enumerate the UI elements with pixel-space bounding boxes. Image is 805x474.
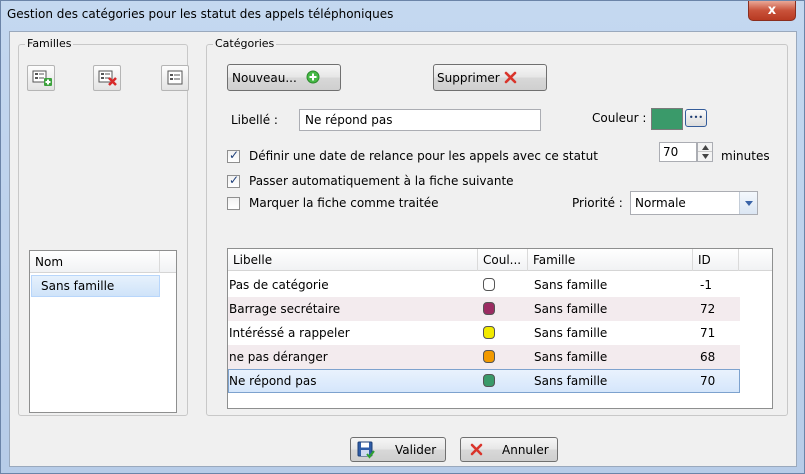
row-color-swatch — [483, 374, 495, 387]
row-color-swatch — [483, 326, 495, 339]
row-famille: Sans famille — [534, 278, 608, 292]
row-color-swatch — [483, 302, 495, 315]
cancel-label: Annuler — [502, 443, 549, 457]
cancel-icon — [470, 443, 483, 456]
categories-group: Catégories Nouveau... Supprimer Libellé … — [206, 37, 788, 416]
check-icon: ✓ — [229, 173, 240, 187]
libelle-input[interactable] — [299, 109, 541, 131]
categories-group-label: Catégories — [213, 37, 277, 50]
row-libelle: ne pas déranger — [229, 350, 328, 364]
delete-family-icon — [98, 70, 117, 86]
family-list-item[interactable]: Sans famille — [31, 275, 160, 297]
row-color-swatch — [483, 350, 495, 363]
id-column-header[interactable]: ID — [693, 249, 739, 271]
priorite-value: Normale — [635, 196, 686, 210]
row-id: -1 — [700, 278, 712, 292]
new-category-label: Nouveau... — [232, 71, 297, 85]
add-family-button[interactable] — [27, 65, 55, 91]
family-list-item-label: Sans famille — [41, 279, 115, 293]
title-bar[interactable]: Gestion des catégories pour les statut d… — [1, 1, 804, 31]
couleur-label: Couleur : — [592, 111, 647, 125]
famille-column-header[interactable]: Famille — [528, 249, 693, 271]
spin-down-icon — [702, 154, 709, 159]
row-famille: Sans famille — [534, 302, 608, 316]
familles-group-label: Familles — [25, 37, 74, 50]
color-picker-button[interactable]: ••• — [685, 109, 707, 127]
traitee-checkbox[interactable]: ✓ — [227, 197, 240, 210]
table-row[interactable]: ne pas déranger Sans famille 68 — [228, 345, 740, 369]
minutes-label: minutes — [721, 149, 770, 163]
close-icon: x — [767, 3, 777, 18]
familles-list[interactable]: Nom Sans famille — [29, 250, 177, 413]
row-famille: Sans famille — [534, 326, 608, 340]
dialog-window: Gestion des catégories pour les statut d… — [0, 0, 805, 474]
spin-down-button[interactable] — [698, 152, 712, 161]
table-row[interactable]: Intéréssé a rappeler Sans famille 71 — [228, 321, 740, 345]
delete-category-button[interactable]: Supprimer — [433, 64, 547, 91]
row-libelle: Ne répond pas — [229, 374, 317, 388]
spin-up-icon — [702, 145, 709, 150]
edit-family-button[interactable] — [161, 65, 189, 91]
familles-group: Familles Nom Sans famille — [18, 37, 189, 416]
nom-column-header[interactable]: Nom — [30, 251, 160, 273]
priorite-select[interactable]: Normale — [630, 191, 758, 215]
priorite-dropdown-button[interactable] — [739, 192, 757, 214]
relance-checkbox[interactable]: ✓ — [227, 148, 240, 163]
new-category-button[interactable]: Nouveau... — [227, 64, 341, 91]
save-icon — [357, 441, 375, 459]
minutes-input[interactable] — [659, 142, 697, 162]
family-properties-icon — [167, 70, 183, 85]
color-swatch[interactable] — [651, 108, 683, 130]
priorite-label: Priorité : — [572, 196, 623, 210]
color-picker-dots: ••• — [688, 113, 704, 122]
libelle-label: Libellé : — [231, 113, 278, 127]
delete-icon — [504, 71, 517, 84]
categories-table[interactable]: Libelle Coul... Famille ID Pas de catégo… — [227, 248, 773, 409]
relance-label: Définir une date de relance pour les app… — [249, 149, 598, 163]
row-id: 68 — [700, 350, 716, 364]
delete-category-label: Supprimer — [437, 71, 500, 85]
suivante-checkbox[interactable]: ✓ — [227, 173, 240, 188]
traitee-label: Marquer la fiche comme traitée — [249, 196, 439, 210]
cancel-button[interactable]: Annuler — [460, 437, 558, 462]
table-row[interactable]: Barrage secrétaire Sans famille 72 — [228, 297, 740, 321]
table-row-selected[interactable]: Ne répond pas Sans famille 70 — [228, 369, 740, 393]
row-famille: Sans famille — [534, 374, 608, 388]
row-id: 70 — [700, 374, 716, 388]
row-libelle: Barrage secrétaire — [229, 302, 341, 316]
libelle-column-header[interactable]: Libelle — [228, 249, 478, 271]
spin-up-button[interactable] — [698, 143, 712, 152]
chevron-down-icon — [745, 201, 753, 206]
dialog-client-area: Familles Nom Sans famille Catégories Nou… — [9, 31, 797, 467]
suivante-label: Passer automatiquement à la fiche suivan… — [249, 174, 514, 188]
minutes-spinner[interactable] — [697, 142, 713, 162]
couleur-column-header[interactable]: Coul... — [478, 249, 528, 271]
row-libelle: Intéréssé a rappeler — [229, 326, 350, 340]
check-icon: ✓ — [229, 148, 240, 162]
row-libelle: Pas de catégorie — [229, 278, 329, 292]
row-color-swatch — [483, 278, 495, 291]
close-button[interactable]: x — [748, 1, 796, 21]
add-family-icon — [32, 70, 52, 86]
row-id: 72 — [700, 302, 716, 316]
validate-button[interactable]: Valider — [350, 437, 446, 462]
row-famille: Sans famille — [534, 350, 608, 364]
add-icon — [306, 70, 320, 84]
familles-list-header: Nom — [30, 251, 176, 273]
row-id: 71 — [700, 326, 716, 340]
table-row[interactable]: Pas de catégorie Sans famille -1 — [228, 273, 740, 297]
validate-label: Valider — [395, 443, 437, 457]
window-title: Gestion des catégories pour les statut d… — [7, 7, 394, 21]
categories-table-header: Libelle Coul... Famille ID — [228, 249, 772, 271]
delete-family-button[interactable] — [93, 65, 121, 91]
